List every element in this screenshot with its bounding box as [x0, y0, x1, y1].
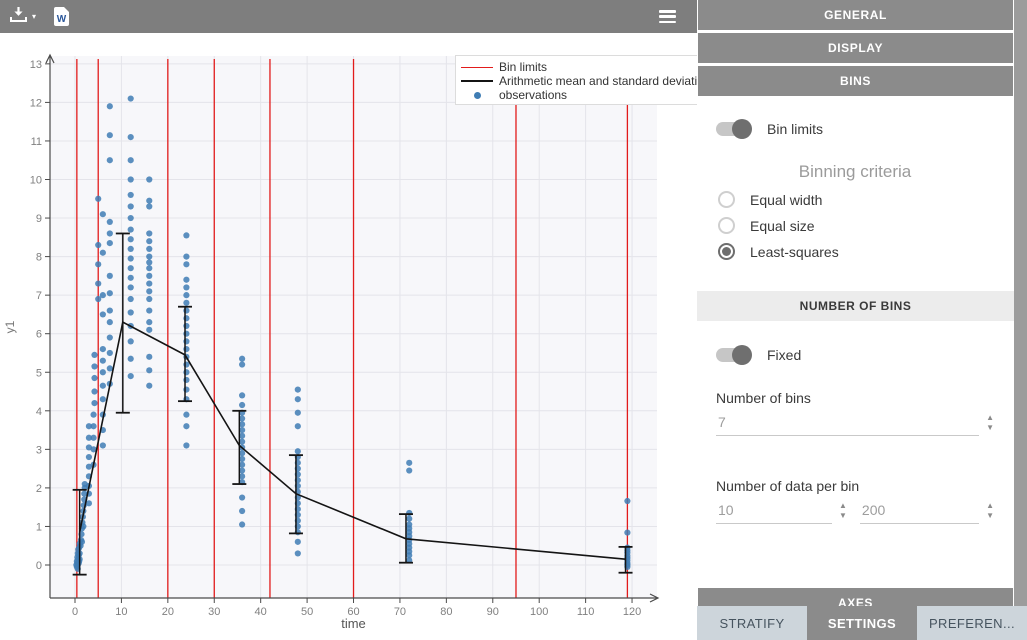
data-per-bin-max-spinner[interactable]: ▲ ▼ [986, 502, 994, 524]
svg-text:100: 100 [530, 606, 548, 618]
radio-label: Equal width [750, 192, 822, 208]
svg-text:9: 9 [36, 213, 42, 225]
section-bins[interactable]: BINS [698, 66, 1013, 96]
legend-label: Arithmetic mean and standard deviation [499, 74, 697, 88]
number-of-bins-header: NUMBER OF BINS [697, 291, 1014, 321]
export-chart-button[interactable]: ▾ [0, 0, 45, 33]
svg-text:8: 8 [36, 252, 42, 264]
radio-selected-icon [718, 243, 735, 260]
svg-text:1: 1 [36, 521, 42, 533]
fixed-toggle-row: Fixed [697, 347, 1027, 363]
tab-preferences[interactable]: PREFEREN... [917, 606, 1027, 640]
section-general[interactable]: GENERAL [698, 0, 1013, 30]
svg-text:30: 30 [208, 606, 220, 618]
svg-text:0: 0 [72, 606, 78, 618]
fixed-toggle-label: Fixed [767, 347, 801, 363]
spinner-up-icon[interactable]: ▲ [986, 414, 994, 422]
red-line-swatch [461, 67, 493, 68]
bin-limits-toggle-row: Bin limits [697, 121, 1027, 137]
section-display[interactable]: DISPLAY [698, 33, 1013, 63]
legend-item-bin-limits: Bin limits [461, 60, 697, 74]
svg-text:40: 40 [255, 606, 267, 618]
hamburger-menu-icon [659, 10, 676, 23]
svg-text:2: 2 [36, 483, 42, 495]
svg-text:4: 4 [36, 406, 42, 418]
radio-label: Equal size [750, 218, 815, 234]
radio-label: Least-squares [750, 244, 839, 260]
settings-panel: GENERAL DISPLAY BINS Bin limits Binning … [697, 0, 1027, 640]
svg-text:110: 110 [577, 606, 595, 618]
plot-pane: 0102030405060708090100110120012345678910… [0, 0, 697, 640]
svg-text:10: 10 [115, 606, 127, 618]
panel-tabbar: STRATIFY SETTINGS PREFEREN... [697, 606, 1027, 640]
black-line-swatch [461, 80, 493, 82]
legend-label: Bin limits [499, 60, 547, 74]
svg-text:80: 80 [440, 606, 452, 618]
radio-equal-width[interactable]: Equal width [697, 191, 1027, 208]
svg-text:7: 7 [36, 290, 42, 302]
svg-text:y1: y1 [3, 320, 17, 333]
legend-item-mean: Arithmetic mean and standard deviation [461, 74, 697, 88]
svg-text:12: 12 [30, 97, 42, 109]
app-window: 0102030405060708090100110120012345678910… [0, 0, 1027, 640]
export-word-button[interactable]: W [45, 0, 78, 33]
svg-text:0: 0 [36, 560, 42, 572]
data-per-bin-row: 10 ▲ ▼ 200 ▲ ▼ [697, 500, 1027, 524]
svg-text:3: 3 [36, 444, 42, 456]
svg-text:90: 90 [487, 606, 499, 618]
svg-text:50: 50 [301, 606, 313, 618]
data-per-bin-label: Number of data per bin [697, 478, 1027, 494]
svg-text:11: 11 [31, 136, 42, 148]
word-file-icon: W [54, 7, 69, 26]
spinner-up-icon[interactable]: ▲ [839, 502, 847, 510]
tab-stratify[interactable]: STRATIFY [697, 606, 807, 640]
bin-limits-toggle[interactable] [716, 122, 750, 136]
data-per-bin-max-input[interactable]: 200 [860, 500, 979, 524]
number-of-bins-spinner[interactable]: ▲ ▼ [986, 414, 994, 436]
radio-circle-icon [718, 191, 735, 208]
fixed-toggle[interactable] [716, 348, 750, 362]
spinner-down-icon[interactable]: ▼ [839, 512, 847, 520]
plot-menu-button[interactable] [650, 0, 685, 33]
chevron-down-icon: ▾ [32, 13, 36, 21]
svg-text:5: 5 [36, 367, 42, 379]
binning-criteria-title: Binning criteria [697, 162, 1027, 182]
plot-toolbar: ▾ W [0, 0, 697, 33]
legend-label: observations [499, 88, 567, 102]
radio-equal-size[interactable]: Equal size [697, 217, 1027, 234]
data-per-bin-min-input[interactable]: 10 [716, 500, 832, 524]
legend-item-observations: observations [461, 88, 697, 102]
number-of-bins-input[interactable]: 7 [716, 412, 979, 436]
svg-text:70: 70 [394, 606, 406, 618]
radio-least-squares[interactable]: Least-squares [697, 243, 1027, 260]
number-of-bins-row: 7 ▲ ▼ [697, 412, 1027, 436]
spinner-down-icon[interactable]: ▼ [986, 512, 994, 520]
bin-limits-toggle-label: Bin limits [767, 121, 823, 137]
spinner-down-icon[interactable]: ▼ [986, 424, 994, 432]
svg-text:13: 13 [30, 59, 42, 71]
chart-legend: Bin limits Arithmetic mean and standard … [455, 55, 697, 105]
svg-text:time: time [341, 616, 366, 631]
download-icon [9, 6, 28, 28]
blue-dot-swatch [461, 92, 493, 99]
svg-text:6: 6 [36, 329, 42, 341]
number-of-bins-label: Number of bins [697, 390, 1027, 406]
svg-text:120: 120 [623, 606, 641, 618]
panel-scrollbar[interactable] [1014, 0, 1027, 606]
svg-text:20: 20 [162, 606, 174, 618]
radio-circle-icon [718, 217, 735, 234]
data-per-bin-min-spinner[interactable]: ▲ ▼ [839, 502, 847, 524]
svg-text:10: 10 [30, 175, 42, 187]
spinner-up-icon[interactable]: ▲ [986, 502, 994, 510]
tab-settings[interactable]: SETTINGS [807, 606, 917, 640]
